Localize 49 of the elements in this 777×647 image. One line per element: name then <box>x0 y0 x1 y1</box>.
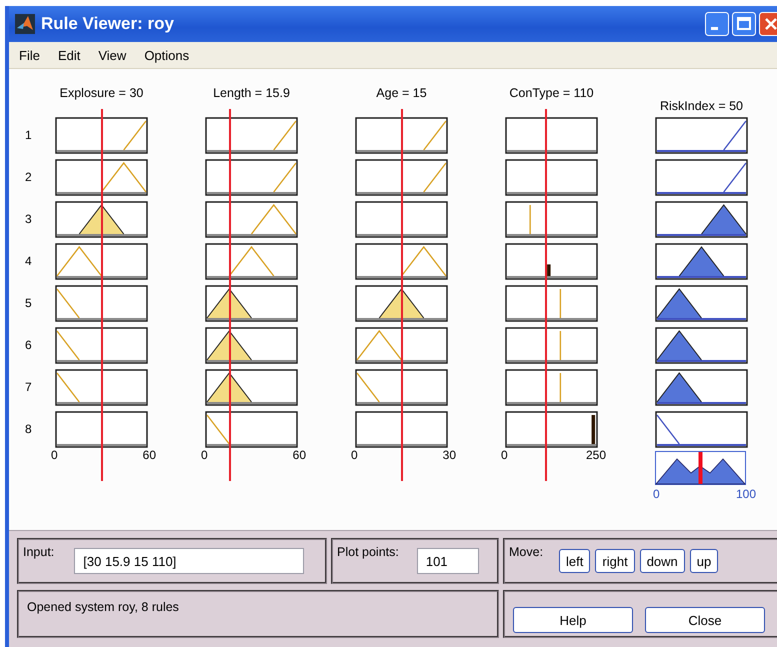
minimize-button[interactable] <box>705 12 729 36</box>
input-marker-line[interactable] <box>229 109 232 481</box>
rule-number: 8 <box>25 421 33 438</box>
maximize-button[interactable] <box>732 12 756 36</box>
status-message: Opened system roy, 8 rules <box>27 600 179 614</box>
move-button[interactable]: up <box>690 549 718 573</box>
rule-number: 3 <box>25 211 33 228</box>
axis-tick-label: 250 <box>586 448 606 464</box>
move-button[interactable]: down <box>640 549 685 573</box>
input-marker-line[interactable] <box>100 109 102 481</box>
axis-tick-label: 60 <box>292 448 306 464</box>
axis-tick-label: 0 <box>201 448 208 464</box>
axis-tick-label: 100 <box>736 487 756 503</box>
variable-label: RiskIndex = 50 <box>660 99 744 113</box>
menu-item[interactable]: View <box>96 46 128 64</box>
input-marker-line[interactable] <box>400 109 402 481</box>
move-button[interactable]: left <box>559 549 590 573</box>
variable-label: ConType = 110 <box>509 86 594 100</box>
rule-number: 5 <box>25 295 33 312</box>
axis-tick-label: 60 <box>142 448 156 464</box>
variable-label: Explosure = 30 <box>60 86 144 100</box>
input-marker-line[interactable] <box>545 109 548 481</box>
app-logo-icon <box>15 14 35 34</box>
close-button[interactable] <box>759 12 777 36</box>
input-label: Input: <box>23 544 54 559</box>
rule-number: 7 <box>25 379 33 396</box>
axis-tick-label: 0 <box>501 448 508 464</box>
rule-number: 2 <box>25 169 33 186</box>
axis-tick-label: 0 <box>51 448 58 464</box>
aggregate-output-plot[interactable] <box>655 451 746 485</box>
axis-tick-label: 0 <box>351 448 358 464</box>
dialog-button[interactable]: Close <box>645 607 765 633</box>
move-button[interactable]: right <box>595 549 635 573</box>
move-label: Move: <box>509 544 544 559</box>
plot-points-label: Plot points: <box>337 544 399 559</box>
menu-item[interactable]: Options <box>142 46 192 64</box>
variable-label: Length = 15.9 <box>213 86 290 100</box>
variable-label: Age = 15 <box>376 86 427 100</box>
axis-tick-label: 30 <box>442 448 456 464</box>
input-field[interactable]: [30 15.9 15 110] <box>74 548 304 574</box>
menu-item[interactable]: Edit <box>56 46 82 64</box>
axis-tick-label: 0 <box>653 487 660 503</box>
window-title: Rule Viewer: roy <box>41 14 174 34</box>
plot-points-field[interactable]: 101 <box>416 548 479 574</box>
rule-number: 1 <box>25 127 33 144</box>
dialog-button[interactable]: Help <box>513 607 633 633</box>
menu-item[interactable]: File <box>17 46 42 64</box>
rule-number: 4 <box>25 253 33 270</box>
rule-number: 6 <box>25 337 33 354</box>
